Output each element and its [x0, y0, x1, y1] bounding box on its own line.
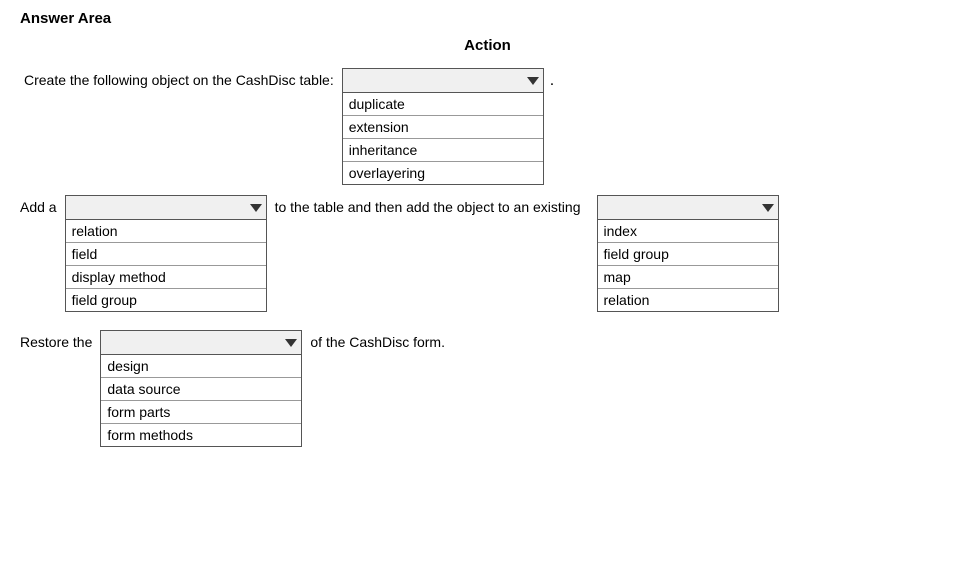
row3-container: Restore the design data source form part…	[20, 330, 955, 447]
list-item[interactable]: data source	[101, 378, 301, 401]
action-title: Action	[20, 37, 955, 54]
row3-dropdown-options: design data source form parts form metho…	[101, 355, 301, 446]
list-item[interactable]: form parts	[101, 401, 301, 424]
row1-dropdown-header[interactable]	[343, 69, 543, 93]
list-item[interactable]: overlayering	[343, 162, 543, 184]
list-item[interactable]: map	[598, 266, 778, 289]
list-item[interactable]: form methods	[101, 424, 301, 446]
list-item[interactable]: duplicate	[343, 93, 543, 116]
row2-container: Add a relation field display method fiel…	[20, 195, 955, 312]
list-item[interactable]: relation	[66, 220, 266, 243]
row2-dropdown1[interactable]: relation field display method field grou…	[65, 195, 267, 312]
row2-dropdown2-header[interactable]	[598, 196, 778, 220]
row1-suffix: .	[550, 72, 554, 90]
list-item[interactable]: display method	[66, 266, 266, 289]
row3-dropdown-arrow-icon	[285, 339, 297, 347]
row2-dropdown2-arrow-icon	[762, 204, 774, 212]
list-item[interactable]: field group	[66, 289, 266, 311]
row3-prefix: Restore the	[20, 334, 92, 350]
row1-dropdown-arrow-icon	[527, 77, 539, 85]
row2-dropdown1-arrow-icon	[250, 204, 262, 212]
list-item[interactable]: relation	[598, 289, 778, 311]
row1-prefix: Create the following object on the CashD…	[24, 72, 334, 88]
list-item[interactable]: extension	[343, 116, 543, 139]
row2-prefix: Add a	[20, 199, 57, 215]
row1-dropdown-options: duplicate extension inheritance overlaye…	[343, 93, 543, 184]
row2-dropdown1-options: relation field display method field grou…	[66, 220, 266, 311]
list-item[interactable]: field group	[598, 243, 778, 266]
answer-area-title: Answer Area	[20, 10, 955, 27]
list-item[interactable]: inheritance	[343, 139, 543, 162]
row2-dropdown2-options: index field group map relation	[598, 220, 778, 311]
row1-dropdown[interactable]: duplicate extension inheritance overlaye…	[342, 68, 544, 185]
row3-dropdown-header[interactable]	[101, 331, 301, 355]
row1-container: Create the following object on the CashD…	[24, 68, 955, 185]
row2-middle-text: to the table and then add the object to …	[275, 199, 581, 215]
list-item[interactable]: field	[66, 243, 266, 266]
row3-dropdown[interactable]: design data source form parts form metho…	[100, 330, 302, 447]
row3-suffix: of the CashDisc form.	[310, 334, 445, 350]
list-item[interactable]: index	[598, 220, 778, 243]
row2-dropdown1-header[interactable]	[66, 196, 266, 220]
list-item[interactable]: design	[101, 355, 301, 378]
row2-dropdown2[interactable]: index field group map relation	[597, 195, 779, 312]
